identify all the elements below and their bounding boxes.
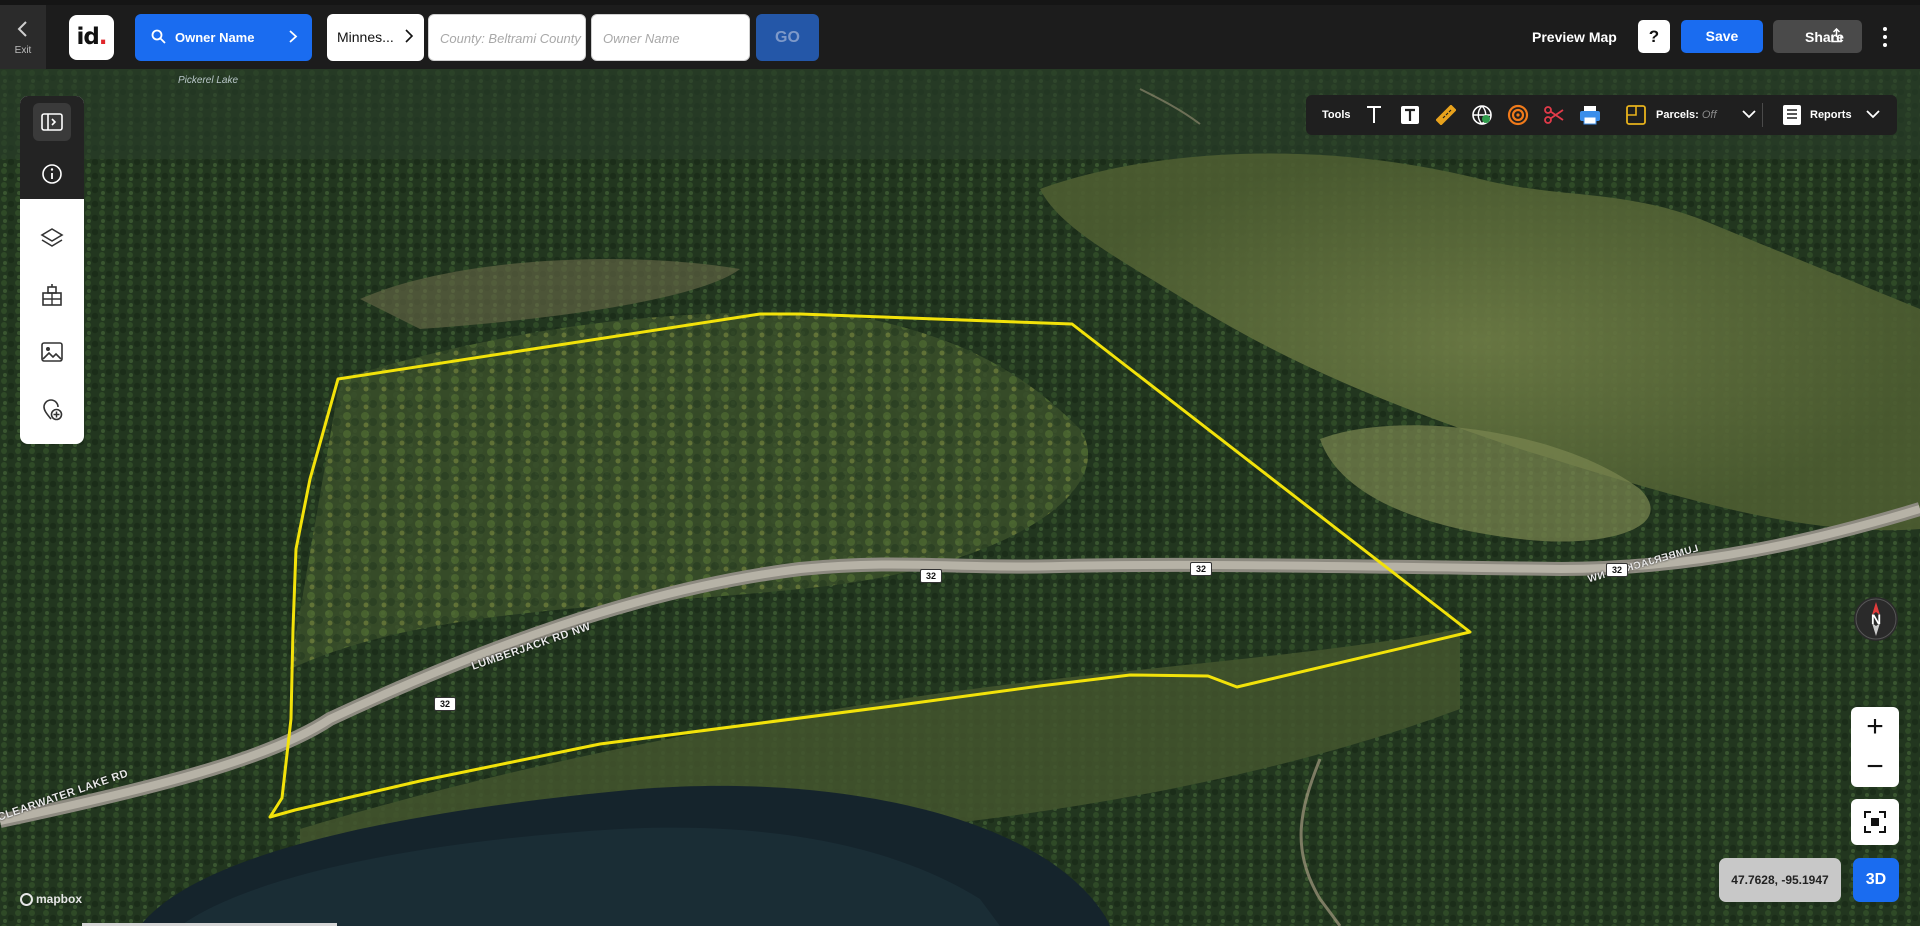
state-selector[interactable]: Minnes... [327,14,424,61]
layers-icon [40,228,64,247]
route-shield: 32 [1190,562,1212,576]
satellite-imagery [0,69,1920,926]
globe-tool-button[interactable] [1470,103,1494,127]
print-tool-button[interactable] [1578,103,1602,127]
layers-button[interactable] [20,213,84,263]
add-location-button[interactable] [20,385,84,435]
compass-label: N [1871,611,1881,627]
radius-tool-button[interactable] [1506,103,1530,127]
parcel-layer-icon [1626,105,1646,125]
chevron-down-icon[interactable] [1866,109,1880,119]
text-tool-button[interactable] [1362,103,1386,127]
buildings-icon [42,284,62,306]
left-toolbar [20,96,84,444]
scissors-icon [1544,106,1564,124]
route-shield: 32 [920,569,942,583]
parcels-label: Parcels: [1656,109,1699,121]
mapbox-logo-icon [20,892,33,906]
county-input[interactable]: County: Beltrami County [428,14,586,61]
view-mode-toggle[interactable]: 3D [1853,858,1899,902]
print-icon [1580,106,1600,125]
chevron-right-icon [289,30,298,43]
parcels-state: Off [1701,109,1717,121]
route-shield: 32 [1606,563,1628,577]
tools-label: Tools [1322,109,1351,121]
share-icon [1831,28,1842,43]
info-icon [42,164,62,184]
info-button[interactable] [20,149,84,199]
exit-label: Exit [14,45,32,56]
buildings-button[interactable] [20,270,84,320]
toolbar-divider [1762,103,1763,127]
tools-panel: Tools Parcels: Off Reports [1306,95,1897,135]
go-button[interactable]: GO [756,14,819,61]
owner-name-input[interactable]: Owner Name [591,14,750,61]
compass-button[interactable]: N [1854,597,1898,641]
chevron-left-icon [17,21,27,37]
fit-bounds-button[interactable] [1851,799,1899,845]
text-box-icon [1401,106,1419,124]
search-mode-label: Owner Name [175,30,255,45]
logo-text: id [76,24,99,50]
sidebar-toggle-icon [41,113,63,131]
map-view[interactable]: Pickerel Lake LUMBERJACK RD NW LUMBERJAC… [0,69,1920,926]
help-button[interactable]: ? [1638,20,1670,53]
app-logo[interactable]: id. [69,15,114,60]
coordinates-readout[interactable]: 47.7628, -95.1947 [1719,858,1841,902]
chevron-down-icon[interactable] [1742,109,1756,119]
compass-icon: N [1855,598,1897,640]
parcels-toggle[interactable]: Parcels: Off [1656,109,1717,121]
imagery-button[interactable] [20,327,84,377]
parcels-layer-button[interactable] [1624,103,1648,127]
focus-frame-icon [1864,811,1886,833]
share-button[interactable]: Share [1773,20,1862,53]
measure-tool-button[interactable] [1434,103,1458,127]
mapbox-attribution[interactable]: mapbox [20,892,82,906]
route-shield: 32 [434,697,456,711]
attribution-text: mapbox [36,892,83,906]
search-mode-button[interactable]: Owner Name [135,14,312,61]
state-label: Minnes... [337,29,394,45]
text-icon [1367,106,1381,123]
app-window: Exit id. Owner Name Minnes... County: Be… [0,0,1920,926]
preview-map-link[interactable]: Preview Map [1532,29,1617,45]
zoom-controls: + − [1851,707,1899,787]
split-tool-button[interactable] [1542,103,1566,127]
reports-menu[interactable]: Reports [1810,109,1852,121]
zoom-in-button[interactable]: + [1851,707,1899,747]
zoom-out-button[interactable]: − [1851,747,1899,787]
more-menu-icon[interactable] [1873,23,1897,51]
sidebar-toggle-button[interactable] [20,97,84,147]
radius-icon [1507,104,1529,126]
search-icon [151,29,166,44]
globe-icon [1472,105,1492,125]
top-bar: Exit id. Owner Name Minnes... County: Be… [0,5,1920,69]
reports-icon [1783,105,1801,125]
ruler-icon [1436,105,1456,125]
exit-button[interactable]: Exit [0,5,46,69]
chevron-right-icon [405,29,414,43]
image-icon [41,342,63,362]
place-label: Pickerel Lake [178,75,239,86]
add-location-icon [43,399,63,421]
text-box-tool-button[interactable] [1398,103,1422,127]
save-button[interactable]: Save [1681,20,1763,53]
